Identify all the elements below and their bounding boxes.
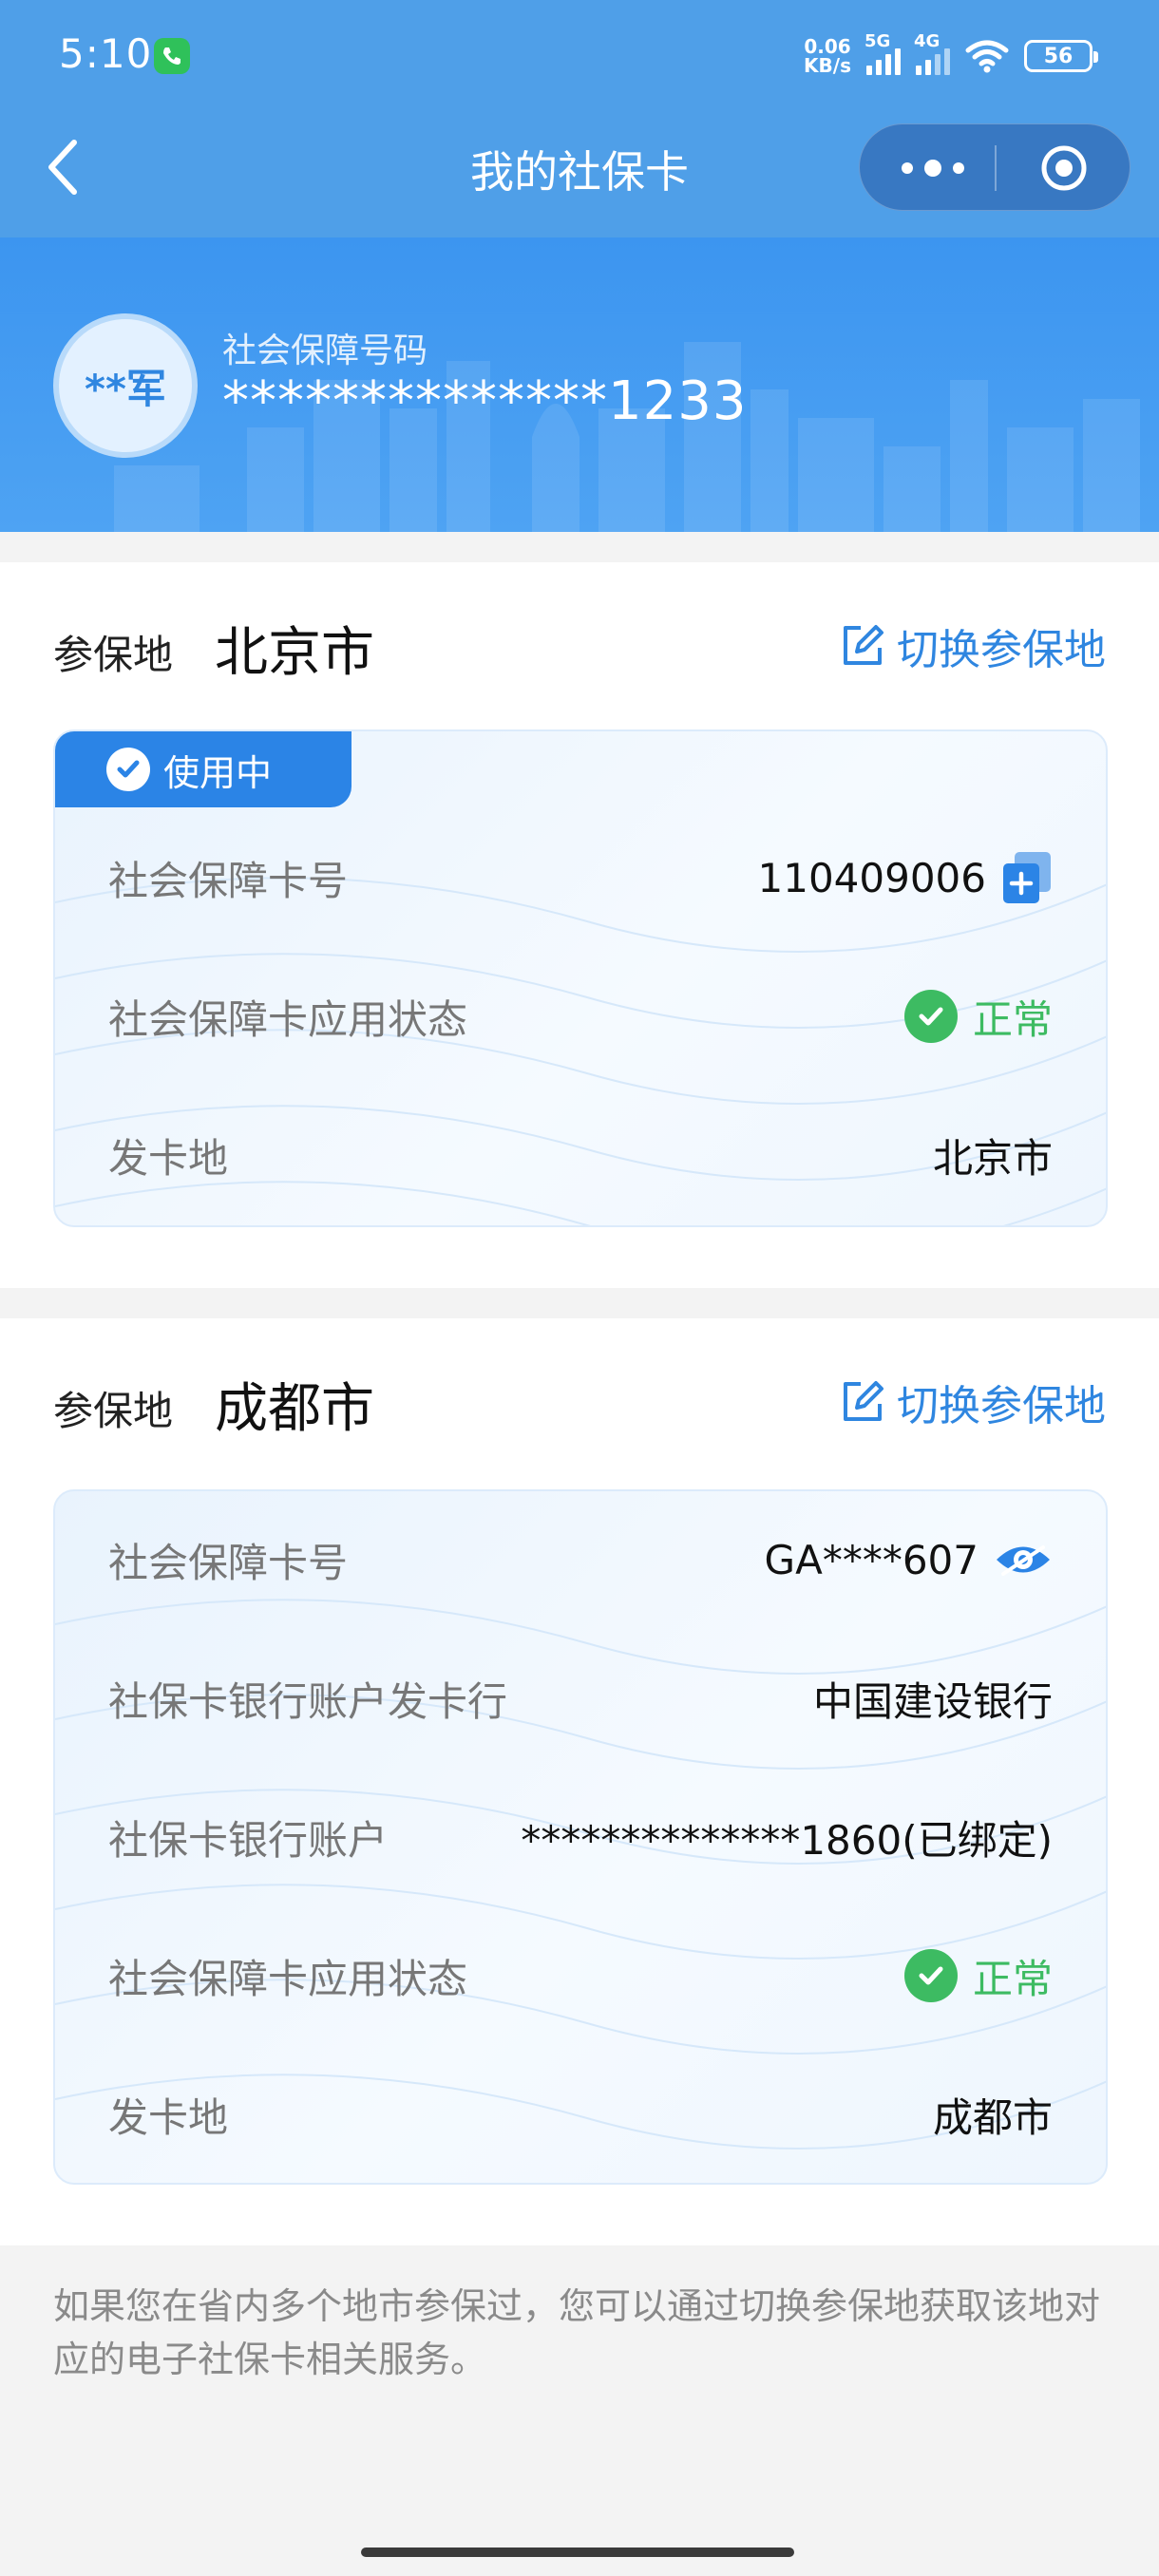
insurance-location-section-beijing: 参保地 北京市 切换参保地 使用中 社会保障卡号 110409006 社会保障卡… [0,562,1159,1288]
profile-banner: **军 社会保障号码 **************1233 [0,237,1159,532]
issuing-place-row: 发卡地 北京市 [108,1134,1053,1182]
card-number-row: 社会保障卡号 110409006 [108,849,1053,906]
insurance-location-section-chengdu: 参保地 成都市 切换参保地 社会保障卡号 GA****607 社保卡银行账户发卡… [0,1318,1159,2245]
status-icons: 0.06 KB/s 5G 4G 56 [804,31,1098,80]
switch-location-button[interactable]: 切换参保地 [840,1372,1106,1432]
switch-location-button[interactable]: 切换参保地 [840,616,1106,676]
copy-icon[interactable] [1001,850,1053,905]
card-status-row: 社会保障卡应用状态 正常 [108,1947,1053,2004]
signal-4g-icon: 4G [914,31,950,75]
battery-icon: 56 [1024,40,1098,72]
status-text: 正常 [972,1955,1053,2002]
edit-icon [844,625,884,665]
card-number-row: 社会保障卡号 GA****607 [108,1531,1053,1588]
ssn-label: 社会保障号码 [222,331,428,370]
status-text: 正常 [972,995,1053,1043]
success-check-icon [903,1949,958,2002]
net-speed: 0.06 KB/s [804,35,851,77]
more-icon[interactable] [898,149,974,187]
card-status-row: 社会保障卡应用状态 正常 [108,988,1053,1045]
wifi-icon [965,40,1009,73]
close-miniprogram-icon[interactable] [1040,144,1088,192]
edit-icon [844,1381,884,1421]
signal-5g-icon: 5G [864,31,901,75]
bank-issuer-row: 社保卡银行账户发卡行 中国建设银行 [108,1677,1053,1725]
success-check-icon [903,990,958,1043]
eye-icon[interactable] [994,1540,1053,1580]
mini-program-capsule [859,123,1130,211]
location-label: 参保地 [53,632,174,678]
issuing-place-row: 发卡地 成都市 [108,2093,1053,2141]
avatar: **军 [53,313,198,458]
location-city: 北京市 [215,622,374,684]
in-use-badge: 使用中 [55,731,352,807]
location-city: 成都市 [215,1378,374,1440]
social-security-card: 使用中 社会保障卡号 110409006 社会保障卡应用状态 正常 发卡地 北京… [53,729,1108,1227]
top-bar: 5:10 0.06 KB/s 5G 4G 56 我的社保卡 [0,0,1159,237]
footnote-text: 如果您在省内多个地市参保过，您可以通过切换参保地获取该地对应的电子社保卡相关服务… [53,2285,1101,2380]
ssn-value: **************1233 [222,370,748,432]
phone-call-icon [154,38,190,74]
check-icon [106,748,150,791]
bank-account-row: 社保卡银行账户 **************1860(已绑定) [108,1816,1053,1864]
status-time: 5:10 [59,30,153,77]
location-label: 参保地 [53,1388,174,1434]
social-security-card: 社会保障卡号 GA****607 社保卡银行账户发卡行 中国建设银行 社保卡银行… [53,1489,1108,2185]
home-indicator[interactable] [361,2548,794,2557]
